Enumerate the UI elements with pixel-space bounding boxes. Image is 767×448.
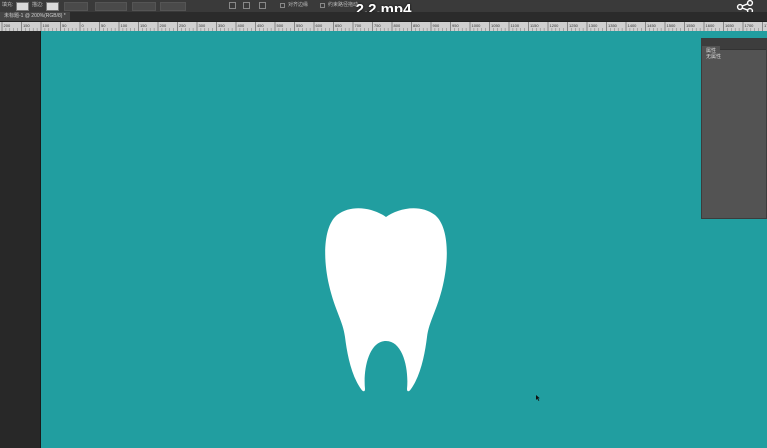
ruler-label: 1600: [706, 23, 716, 28]
document-canvas[interactable]: [41, 31, 767, 448]
ruler-label: 300: [199, 23, 206, 28]
ruler-label: 1650: [725, 23, 735, 28]
mouse-cursor-icon: [536, 395, 540, 401]
ruler-label: 450: [257, 23, 264, 28]
ruler-label: 1150: [530, 23, 539, 28]
ruler-label: 1250: [569, 23, 579, 28]
ruler-label: 800: [394, 23, 401, 28]
ruler-label: 1200: [550, 23, 560, 28]
ruler-label: 1350: [608, 23, 618, 28]
ruler-label: 650: [335, 23, 342, 28]
tools-panel: [0, 31, 41, 448]
tooth-shape[interactable]: [323, 207, 449, 393]
properties-panel: 属性 无属性: [701, 38, 767, 219]
document-tabbar: 未标题-1 @ 200%(RGB/8) *: [0, 12, 767, 22]
ruler-label: 400: [238, 23, 245, 28]
document-tab[interactable]: 未标题-1 @ 200%(RGB/8) *: [0, 12, 70, 21]
ruler-label: 150: [140, 23, 147, 28]
properties-panel-header: 属性: [702, 39, 766, 56]
ruler-label: 500: [277, 23, 284, 28]
ruler-label: 1700: [745, 23, 755, 28]
ruler-label: 1450: [647, 23, 657, 28]
ruler-label: 900: [433, 23, 440, 28]
ruler-label: 1400: [628, 23, 638, 28]
ruler-label: 850: [413, 23, 420, 28]
ruler-label: 50: [101, 23, 106, 28]
ruler-label: 750: [374, 23, 381, 28]
ruler-label: 150: [23, 23, 30, 28]
ruler-label: 1500: [667, 23, 677, 28]
ruler-label: 1050: [491, 23, 501, 28]
ruler-label: 550: [296, 23, 303, 28]
ruler-label: 950: [452, 23, 459, 28]
ruler-label: 700: [355, 23, 362, 28]
ruler-label: 1000: [472, 23, 482, 28]
ruler-label: 100: [43, 23, 50, 28]
ruler-label: 1100: [511, 23, 520, 28]
ruler-label: 1550: [686, 23, 696, 28]
ruler-label: 200: [160, 23, 167, 28]
ruler-label: 600: [316, 23, 323, 28]
ruler-ticks: 200 150 100 50 0 50 100 150 200 250 300 350 400 450 50…: [1, 22, 767, 31]
ruler-label: 200: [4, 23, 11, 28]
ruler-label: 350: [218, 23, 225, 28]
ruler-label: 1300: [589, 23, 599, 28]
ruler-label: 250: [179, 23, 186, 28]
ruler-label: 100: [121, 23, 128, 28]
ruler-label: 0: [82, 23, 85, 28]
ruler-label: 50: [62, 23, 67, 28]
